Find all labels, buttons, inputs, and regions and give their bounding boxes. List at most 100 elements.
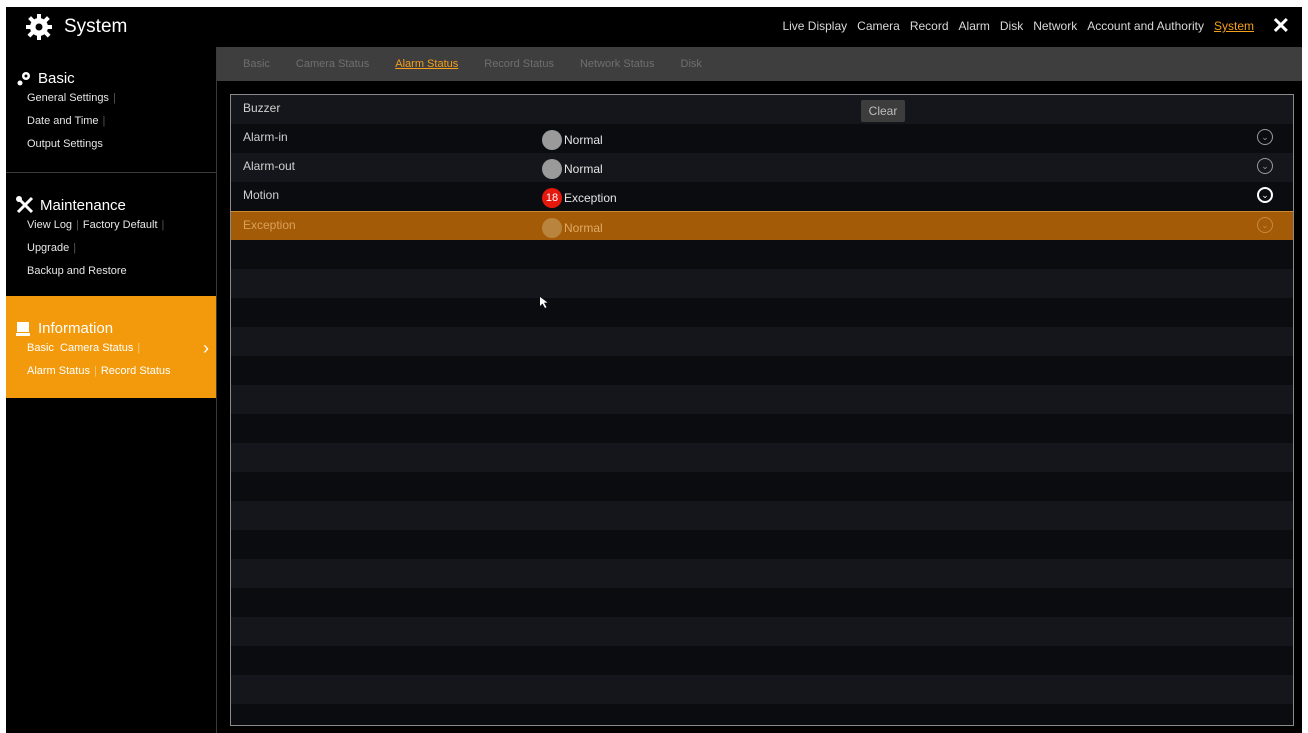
sidebar-link-upgrade[interactable]: Upgrade (27, 242, 69, 254)
row-label: Buzzer (243, 101, 281, 115)
status-text: Normal (564, 221, 603, 235)
sidebar-section-basic: Basic General Settings | Date and Time | O… (6, 47, 216, 173)
nav-system[interactable]: System (1214, 19, 1254, 33)
wrench-gear-icon (17, 71, 30, 85)
row-label: Alarm-in (243, 130, 288, 144)
sidebar-section-maintenance: Maintenance View Log | Factory Default | Up… (6, 172, 216, 300)
table-row-empty (231, 472, 1293, 501)
expand-chevron-icon[interactable]: ⌄ (1257, 129, 1273, 145)
chevron-right-icon: › (203, 338, 209, 358)
status-cell: Normal (542, 159, 603, 179)
status-text: Normal (564, 133, 603, 147)
status-cell: Normal (542, 218, 603, 238)
row-label: Alarm-out (243, 159, 296, 173)
sidebar: Basic General Settings | Date and Time | O… (6, 47, 217, 733)
nav-alarm[interactable]: Alarm (959, 19, 990, 33)
sidebar-link-view-log[interactable]: View Log (27, 219, 72, 231)
sidebar-link-backup-and-restore[interactable]: Backup and Restore (27, 265, 127, 277)
sidebar-link-date-and-time[interactable]: Date and Time (27, 115, 99, 127)
table-row-buzzer: Buzzer Clear (231, 95, 1293, 124)
tools-icon (16, 196, 34, 214)
table-row-alarm-out[interactable]: Alarm-out Normal ⌄ (231, 153, 1293, 182)
status-cell: 18 Exception (542, 188, 617, 208)
table-row-empty (231, 269, 1293, 298)
table-row-empty (231, 356, 1293, 385)
table-row-empty (231, 559, 1293, 588)
exception-count-badge: 18 (542, 188, 562, 208)
sidebar-link-factory-default[interactable]: Factory Default (83, 219, 158, 231)
nav-live-display[interactable]: Live Display (782, 19, 847, 33)
expand-chevron-icon[interactable]: ⌄ (1257, 187, 1273, 203)
top-bar: System Live Display Camera Record Alarm … (6, 7, 1302, 47)
tab-record-status[interactable]: Record Status (484, 58, 554, 70)
sidebar-information-header[interactable]: Information (6, 320, 216, 337)
tab-alarm-status[interactable]: Alarm Status (395, 58, 458, 70)
status-dot-icon (542, 159, 562, 179)
sidebar-link-info-camera-status[interactable]: Camera Status (60, 342, 133, 354)
sidebar-link-info-alarm-status[interactable]: Alarm Status (27, 365, 90, 377)
sidebar-basic-links: General Settings | Date and Time | Output … (6, 87, 216, 156)
gear-icon (26, 14, 52, 40)
sidebar-basic-header[interactable]: Basic (6, 70, 216, 87)
separator: | (93, 365, 97, 377)
nav-account-and-authority[interactable]: Account and Authority (1087, 19, 1204, 33)
clear-button[interactable]: Clear (861, 100, 905, 122)
table-row-empty (231, 530, 1293, 559)
tab-disk[interactable]: Disk (681, 58, 702, 70)
sidebar-maintenance-links: View Log | Factory Default | Upgrade | Backu… (6, 214, 216, 283)
table-row-empty (231, 501, 1293, 530)
separator: | (73, 242, 77, 254)
close-button[interactable]: ✕ (1272, 13, 1290, 39)
table-row-exception[interactable]: Exception Normal ⌄ (231, 211, 1293, 242)
nav-disk[interactable]: Disk (1000, 19, 1023, 33)
sidebar-information-links: Basic Camera Status | Alarm Status | Record… (6, 337, 216, 383)
expand-chevron-icon[interactable]: ⌄ (1257, 158, 1273, 174)
separator: | (137, 342, 141, 354)
alarm-status-table: Buzzer Clear Alarm-in Normal ⌄ Alarm-out… (230, 94, 1294, 726)
table-row-empty (231, 240, 1293, 269)
tab-camera-status[interactable]: Camera Status (296, 58, 369, 70)
mouse-pointer-icon (540, 297, 548, 308)
sidebar-maintenance-header[interactable]: Maintenance (6, 196, 216, 214)
main-content: Basic Camera Status Alarm Status Record … (217, 47, 1302, 733)
table-row-motion[interactable]: Motion 18 Exception ⌄ (231, 182, 1293, 211)
table-row-empty (231, 704, 1293, 725)
app-window: System Live Display Camera Record Alarm … (6, 7, 1302, 733)
separator: | (76, 219, 79, 231)
status-dot-icon (542, 130, 562, 150)
table-row-empty (231, 588, 1293, 617)
table-row-empty (231, 646, 1293, 675)
nav-record[interactable]: Record (910, 19, 949, 33)
sidebar-link-general-settings[interactable]: General Settings (27, 92, 109, 104)
separator: | (112, 92, 116, 104)
expand-chevron-icon[interactable]: ⌄ (1257, 217, 1273, 233)
table-row-empty (231, 675, 1293, 704)
table-row-empty (231, 443, 1293, 472)
sidebar-link-output-settings[interactable]: Output Settings (27, 138, 103, 150)
sidebar-link-info-record-status[interactable]: Record Status (101, 365, 171, 377)
table-row-empty (231, 617, 1293, 646)
sidebar-link-info-basic[interactable]: Basic (27, 342, 54, 354)
status-text: Normal (564, 162, 603, 176)
nav-camera[interactable]: Camera (857, 19, 900, 33)
table-row-empty (231, 414, 1293, 443)
sidebar-information-title: Information (38, 320, 114, 337)
sidebar-basic-title: Basic (38, 70, 75, 87)
status-cell: Normal (542, 130, 603, 150)
row-label: Motion (243, 188, 280, 202)
table-row-alarm-in[interactable]: Alarm-in Normal ⌄ (231, 124, 1293, 153)
monitor-icon (16, 321, 30, 336)
sidebar-section-information[interactable]: Information Basic Camera Status | Alarm S… (6, 296, 216, 398)
tab-network-status[interactable]: Network Status (580, 58, 655, 70)
tab-basic[interactable]: Basic (243, 58, 270, 70)
separator: | (102, 115, 106, 127)
tab-bar: Basic Camera Status Alarm Status Record … (217, 47, 1302, 81)
table-row-empty (231, 327, 1293, 356)
row-label: Exception (243, 218, 296, 232)
status-text: Exception (564, 191, 617, 205)
status-dot-icon (542, 218, 562, 238)
table-row-empty (231, 385, 1293, 414)
sidebar-maintenance-title: Maintenance (40, 196, 126, 214)
nav-network[interactable]: Network (1033, 19, 1077, 33)
app-title: System (22, 14, 127, 40)
